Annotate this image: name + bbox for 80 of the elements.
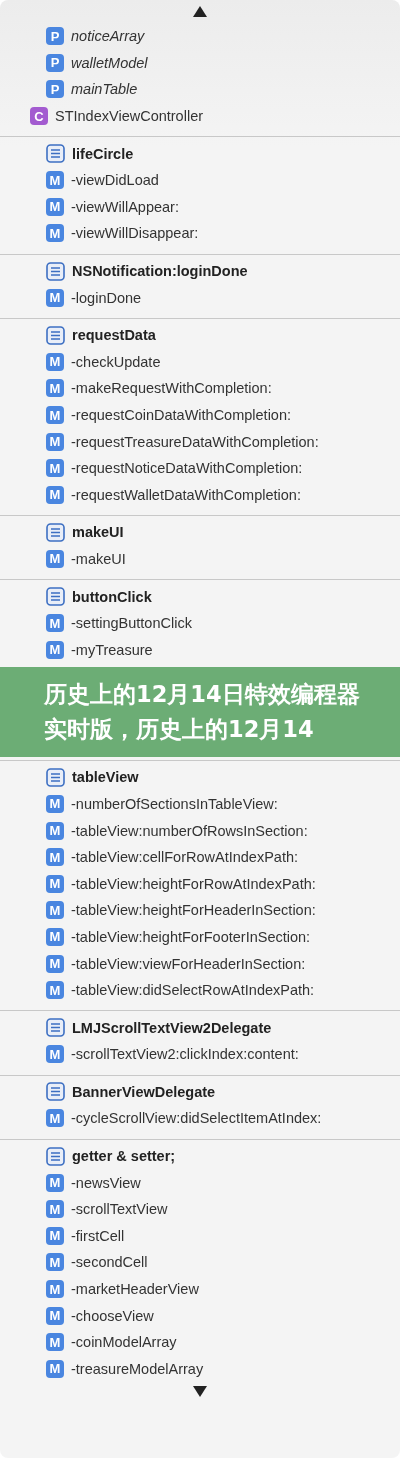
- method-item[interactable]: -tableView:cellForRowAtIndexPath:: [71, 849, 298, 866]
- method-badge-icon: M: [46, 614, 64, 633]
- method-badge-icon: M: [46, 981, 64, 1000]
- method-item[interactable]: -requestNoticeDataWithCompletion:: [71, 460, 303, 477]
- method-badge-icon: M: [46, 821, 64, 840]
- method-badge-icon: M: [46, 379, 64, 398]
- method-item[interactable]: -secondCell: [71, 1254, 148, 1271]
- method-item[interactable]: -chooseView: [71, 1307, 154, 1324]
- method-badge-icon: M: [46, 352, 64, 371]
- method-badge-icon: M: [46, 171, 64, 190]
- section-header[interactable]: LMJScrollTextView2Delegate: [72, 1019, 272, 1036]
- section-header[interactable]: requestData: [72, 327, 156, 344]
- method-item[interactable]: -requestTreasureDataWithCompletion:: [71, 433, 319, 450]
- method-item[interactable]: -tableView:heightForFooterInSection:: [71, 928, 311, 945]
- method-badge-icon: M: [46, 794, 64, 813]
- method-badge-icon: M: [46, 1280, 64, 1299]
- method-badge-icon: M: [46, 1333, 64, 1352]
- method-item[interactable]: -requestCoinDataWithCompletion:: [71, 407, 291, 423]
- method-item[interactable]: -makeUI: [71, 551, 126, 567]
- banner-title: 历史上的12月14日特效编程器实时版，历史上的12月14: [44, 680, 361, 745]
- method-item[interactable]: -firstCell: [71, 1227, 125, 1244]
- method-badge-icon: M: [46, 459, 64, 478]
- symbol-item[interactable]: STIndexViewController: [55, 108, 204, 125]
- method-badge-icon: M: [46, 640, 64, 659]
- method-badge-icon: M: [46, 224, 64, 243]
- method-badge-icon: M: [46, 406, 64, 424]
- section-header[interactable]: tableView: [72, 769, 139, 786]
- method-item[interactable]: -tableView:didSelectRowAtIndexPath:: [71, 982, 315, 999]
- method-item[interactable]: -tableView:heightForRowAtIndexPath:: [71, 875, 316, 892]
- method-item[interactable]: -treasureModelArray: [71, 1360, 204, 1377]
- property-badge-icon: P: [46, 53, 64, 72]
- method-badge-icon: M: [46, 197, 64, 216]
- property-badge-icon: P: [46, 27, 64, 46]
- method-badge-icon: M: [46, 1306, 64, 1325]
- method-badge-icon: M: [46, 1359, 64, 1378]
- section-header[interactable]: makeUI: [72, 524, 124, 541]
- method-item[interactable]: -scrollTextView2:clickIndex:content:: [71, 1046, 299, 1063]
- method-item[interactable]: -scrollTextView: [71, 1201, 168, 1218]
- method-badge-icon: M: [46, 901, 64, 920]
- section-header[interactable]: lifeCircle: [72, 145, 134, 162]
- method-item[interactable]: -marketHeaderView: [71, 1281, 199, 1298]
- method-item[interactable]: -settingButtonClick: [71, 615, 192, 632]
- method-badge-icon: M: [46, 874, 64, 893]
- class-badge-icon: C: [30, 107, 48, 126]
- method-item[interactable]: -viewWillAppear:: [71, 198, 179, 215]
- property-badge-icon: P: [46, 80, 64, 99]
- method-badge-icon: M: [46, 954, 64, 973]
- section-header[interactable]: getter & setter;: [72, 1148, 176, 1165]
- method-badge-icon: M: [46, 1200, 64, 1219]
- method-badge-icon: M: [46, 848, 64, 867]
- method-badge-icon: M: [46, 288, 64, 307]
- method-badge-icon: M: [46, 1109, 64, 1128]
- symbol-item[interactable]: walletModel: [71, 54, 148, 71]
- method-item[interactable]: -loginDone: [71, 289, 142, 306]
- section-header[interactable]: NSNotification:loginDone: [72, 263, 248, 280]
- method-badge-icon: M: [46, 1226, 64, 1245]
- method-item[interactable]: -myTreasure: [71, 641, 153, 658]
- method-item[interactable]: -cycleScrollView:didSelectItemAtIndex:: [71, 1110, 322, 1127]
- method-item[interactable]: -numberOfSectionsInTableView:: [71, 795, 278, 812]
- method-item[interactable]: -tableView:heightForHeaderInSection:: [71, 902, 316, 919]
- method-item[interactable]: -viewDidLoad: [71, 172, 159, 189]
- method-badge-icon: M: [46, 485, 64, 504]
- symbol-item[interactable]: mainTable: [71, 81, 138, 98]
- method-item[interactable]: -tableView:numberOfRowsInSection:: [71, 822, 308, 839]
- method-item[interactable]: -viewWillDisappear:: [71, 225, 199, 242]
- method-item[interactable]: -newsView: [71, 1174, 141, 1191]
- method-badge-icon: M: [46, 1173, 64, 1192]
- method-item[interactable]: -makeRequestWithCompletion:: [71, 380, 272, 397]
- method-item[interactable]: -coinModelArray: [71, 1334, 177, 1351]
- symbol-item[interactable]: noticeArray: [71, 28, 145, 45]
- method-item[interactable]: -tableView:viewForHeaderInSection:: [71, 955, 306, 972]
- method-badge-icon: M: [46, 927, 64, 946]
- method-badge-icon: M: [46, 550, 64, 568]
- method-badge-icon: M: [46, 1045, 64, 1064]
- section-header[interactable]: BannerViewDelegate: [72, 1083, 216, 1100]
- method-item[interactable]: -checkUpdate: [71, 353, 161, 370]
- method-badge-icon: M: [46, 1253, 64, 1272]
- method-item[interactable]: -requestWalletDataWithCompletion:: [71, 486, 301, 503]
- method-badge-icon: M: [46, 432, 64, 451]
- section-header[interactable]: buttonClick: [72, 588, 152, 605]
